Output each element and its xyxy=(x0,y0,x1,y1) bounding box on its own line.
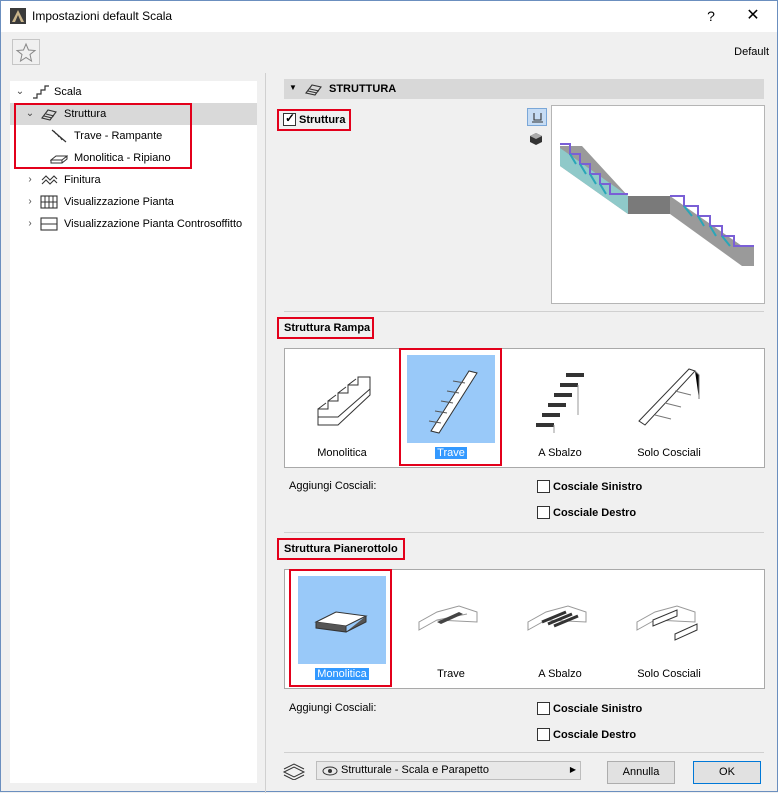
side-stringer-stair-icon xyxy=(625,355,713,443)
option-label: Monolitica xyxy=(317,447,367,459)
chevron-down-icon[interactable]: ⌄ xyxy=(15,81,25,103)
layer-dropdown[interactable]: Strutturale - Scala e Parapetto ▶ xyxy=(316,761,581,780)
pianerottolo-right-stringer-label: Cosciale Destro xyxy=(553,729,637,741)
section-title: STRUTTURA xyxy=(329,83,397,95)
monolithic-stair-icon xyxy=(298,355,386,443)
tree-item-label: Visualizzazione Pianta xyxy=(64,196,174,208)
ceiling-plan-icon xyxy=(40,217,58,231)
window-title: Impostazioni default Scala xyxy=(32,9,173,23)
dropdown-arrow-icon: ▶ xyxy=(569,765,576,774)
3d-view-toggle[interactable] xyxy=(527,130,547,148)
rampa-option-a-sbalzo[interactable]: A Sbalzo xyxy=(514,353,606,463)
archicad-app-icon xyxy=(10,8,26,24)
stair-icon xyxy=(33,85,49,99)
stair-preview xyxy=(551,105,765,304)
pianerottolo-right-stringer-checkbox[interactable] xyxy=(537,728,550,741)
panel-splitter[interactable] xyxy=(265,73,266,793)
side-stringer-landing-icon xyxy=(625,576,713,664)
rampa-left-stringer-label: Cosciale Sinistro xyxy=(553,481,643,493)
struttura-checkbox[interactable] xyxy=(283,111,296,126)
option-label: Solo Cosciali xyxy=(637,447,701,459)
favorites-button[interactable] xyxy=(12,39,40,65)
option-label: A Sbalzo xyxy=(538,447,582,459)
rampa-heading: Struttura Rampa xyxy=(284,322,371,334)
rampa-option-solo-cosciali[interactable]: Solo Cosciali xyxy=(623,353,715,463)
default-label: Default xyxy=(734,46,769,58)
cantilever-stair-icon xyxy=(516,355,604,443)
rampa-right-stringer-checkbox[interactable] xyxy=(537,506,550,519)
rampa-add-stringers-label: Aggiungi Cosciali: xyxy=(289,480,377,492)
struttura-label: Struttura xyxy=(299,114,346,126)
pianerottolo-heading: Struttura Pianerottolo xyxy=(284,543,398,555)
plan-view-toggle[interactable] xyxy=(527,108,547,126)
rampa-left-stringer-checkbox[interactable] xyxy=(537,480,550,493)
tree-item-visualizzazione-pianta[interactable]: › Visualizzazione Pianta xyxy=(10,191,257,213)
option-label: A Sbalzo xyxy=(538,668,582,680)
pianerottolo-add-stringers-label: Aggiungi Cosciali: xyxy=(289,702,377,714)
star-icon xyxy=(15,42,37,63)
layers-icon xyxy=(282,763,306,780)
cantilever-landing-icon xyxy=(516,576,604,664)
chevron-right-icon[interactable]: › xyxy=(25,213,35,235)
dialog-window: Impostazioni default Scala ? ✕ Default ⌄… xyxy=(0,0,778,793)
plan-view-icon xyxy=(532,113,543,123)
eye-icon xyxy=(322,766,338,776)
stair-preview-drawing xyxy=(560,143,754,266)
chevron-right-icon[interactable]: › xyxy=(25,191,35,213)
pianerottolo-option-solo-cosciali[interactable]: Solo Cosciali xyxy=(623,574,715,684)
cancel-button[interactable]: Annulla xyxy=(607,761,675,784)
close-button[interactable]: ✕ xyxy=(743,6,763,26)
stringer-landing-icon xyxy=(407,576,495,664)
floor-plan-icon xyxy=(40,195,58,209)
tree-item-finitura[interactable]: › Finitura xyxy=(10,169,257,191)
cube-icon xyxy=(530,133,542,145)
chevron-right-icon[interactable]: › xyxy=(25,169,35,191)
finish-icon xyxy=(41,175,58,185)
rampa-gallery: Monolitica Trave A Sbalzo Solo Cosciali xyxy=(284,348,765,468)
pianerottolo-option-a-sbalzo[interactable]: A Sbalzo xyxy=(514,574,606,684)
rampa-right-stringer-label: Cosciale Destro xyxy=(553,507,637,519)
option-label: Solo Cosciali xyxy=(637,668,701,680)
tree-item-scala[interactable]: ⌄ Scala xyxy=(10,81,257,103)
pianerottolo-left-stringer-checkbox[interactable] xyxy=(537,702,550,715)
tree-item-visualizzazione-controsoffitto[interactable]: › Visualizzazione Pianta Controsoffitto xyxy=(10,213,257,235)
layer-value: Strutturale - Scala e Parapetto xyxy=(341,764,489,776)
tree-item-label: Finitura xyxy=(64,174,101,186)
settings-tree: ⌄ Scala ⌄ Struttura Trave - Rampante Mon… xyxy=(10,81,257,783)
highlight-frame xyxy=(399,348,502,466)
divider xyxy=(284,311,764,312)
help-button[interactable]: ? xyxy=(701,6,721,26)
divider xyxy=(284,752,764,753)
highlight-frame xyxy=(14,103,192,169)
pianerottolo-option-trave[interactable]: Trave xyxy=(405,574,497,684)
rampa-option-monolitica[interactable]: Monolitica xyxy=(296,353,388,463)
option-label: Trave xyxy=(437,668,465,680)
divider xyxy=(284,532,764,533)
highlight-frame xyxy=(289,569,392,687)
tree-item-label: Scala xyxy=(54,86,82,98)
ok-button[interactable]: OK xyxy=(693,761,761,784)
section-header[interactable]: ▼ STRUTTURA xyxy=(284,79,764,99)
tree-item-label: Visualizzazione Pianta Controsoffitto xyxy=(64,218,243,230)
structure-icon xyxy=(305,84,322,96)
title-bar: Impostazioni default Scala ? ✕ xyxy=(1,1,777,32)
pianerottolo-left-stringer-label: Cosciale Sinistro xyxy=(553,703,643,715)
collapse-triangle-icon[interactable]: ▼ xyxy=(289,83,297,92)
